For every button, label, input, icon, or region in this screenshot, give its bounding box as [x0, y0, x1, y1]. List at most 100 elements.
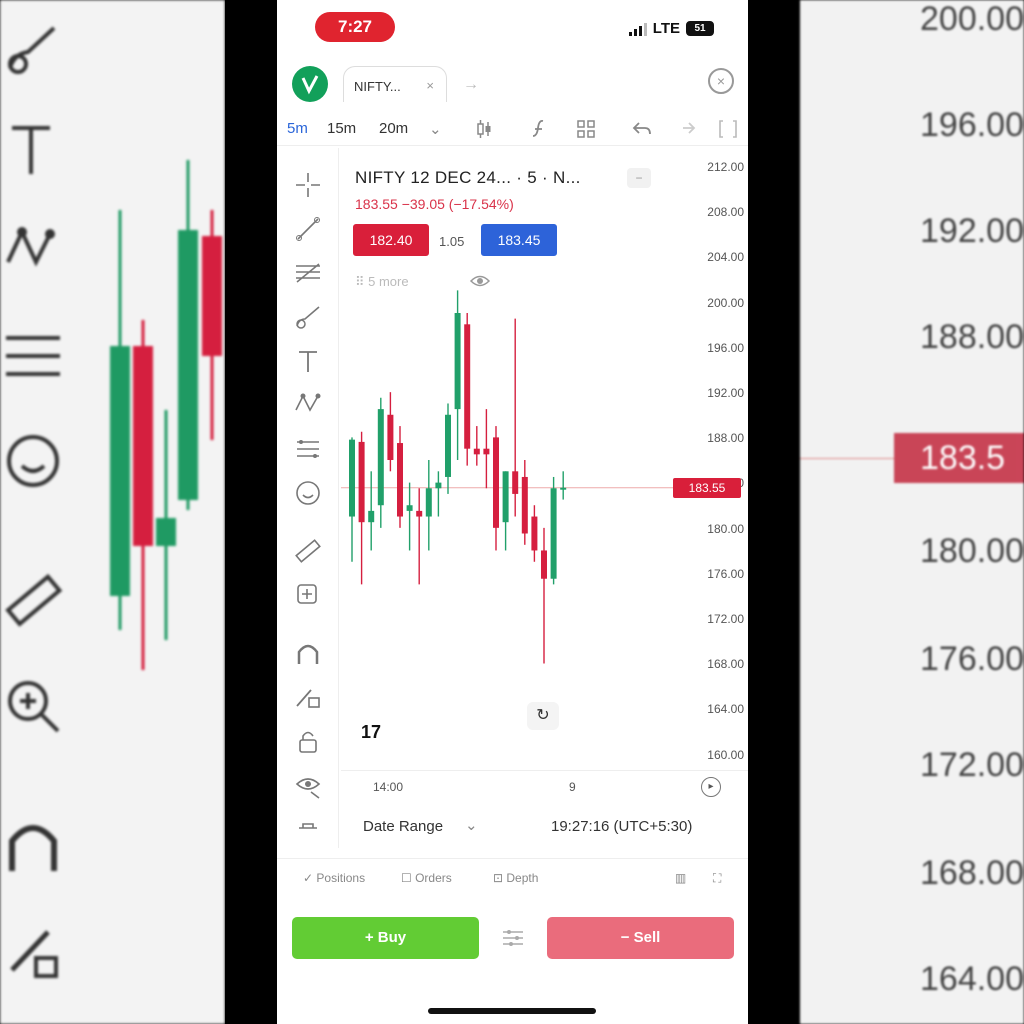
candle-body: [416, 510, 423, 517]
panel-expand-icon[interactable]: ⛶: [713, 871, 721, 886]
zoom-in-icon[interactable]: [293, 580, 323, 610]
background-right-panel: 183.5 200.00 196.00 192.00 188.00 180.00…: [800, 0, 1024, 1024]
candle-body: [445, 414, 451, 477]
lock-drawings-icon: [10, 930, 58, 978]
reset-chart-button[interactable]: ↻: [527, 702, 559, 730]
background-price-label: 172.00: [920, 746, 1024, 784]
buy-button[interactable]: + Buy: [292, 917, 479, 959]
clock-timezone[interactable]: 19:27:16 (UTC+5:30): [551, 818, 692, 835]
fullscreen-icon[interactable]: [717, 118, 739, 140]
candle-body: [387, 414, 394, 460]
candle-body: [435, 482, 442, 489]
date-range-button[interactable]: Date Range: [363, 818, 443, 835]
price-axis-label: 160.00: [707, 747, 744, 762]
chart-area[interactable]: NIFTY 12 DEC 24... · 5 · N... − 183.55 −…: [341, 148, 748, 768]
lock-icon[interactable]: [293, 726, 323, 756]
candle: [493, 426, 499, 551]
undo-icon[interactable]: [631, 118, 653, 140]
tab-nifty[interactable]: NIFTY... ×: [343, 66, 447, 102]
candle-body: [473, 448, 480, 455]
candle: [512, 318, 519, 517]
background-price-label: 188.00: [920, 318, 1024, 356]
pattern-icon[interactable]: [293, 390, 323, 420]
candle: [502, 471, 509, 551]
candle: [425, 460, 432, 551]
close-icon[interactable]: ×: [708, 68, 734, 94]
spread-value: 1.05: [439, 234, 465, 249]
candle: [521, 460, 528, 545]
candle: [454, 290, 461, 460]
time-axis[interactable]: 14:00 9 ▸: [341, 770, 748, 802]
timeframe-5m[interactable]: 5m: [287, 120, 308, 137]
candle: [483, 409, 490, 489]
candle-body: [541, 550, 547, 579]
eye-icon[interactable]: [469, 272, 491, 290]
trend-line-icon[interactable]: [293, 214, 323, 244]
legend-collapse-icon[interactable]: −: [627, 168, 651, 188]
redo-icon[interactable]: [675, 118, 697, 140]
candle-body: [406, 505, 413, 511]
tab-positions[interactable]: ✓ Positions: [303, 871, 365, 885]
timeframe-15m[interactable]: 15m: [327, 120, 356, 137]
trash-icon[interactable]: [293, 820, 323, 840]
tab-label: NIFTY...: [354, 79, 401, 94]
indicators-icon[interactable]: [529, 118, 551, 140]
background-price-label: 176.00: [920, 640, 1024, 678]
screen: 183.5 200.00 196.00 192.00 188.00 180.00…: [0, 0, 1024, 1024]
panel-layout-icon[interactable]: ▥: [675, 871, 686, 885]
phone-screen: 7:27 LTE 51 NIFTY... × → × 5m 15m 20m ⌄: [277, 0, 748, 1024]
magnet-icon[interactable]: [293, 638, 323, 668]
time-label: 14:00: [373, 780, 404, 794]
ask-price-button[interactable]: 183.45: [481, 224, 557, 256]
price-axis-label: 196.00: [707, 340, 744, 355]
indicator-more-label[interactable]: ⠿ 5 more: [355, 274, 409, 290]
bid-price-button[interactable]: 182.40: [353, 224, 429, 256]
background-shade-right: [748, 0, 800, 1024]
stay-in-drawing-icon[interactable]: [293, 682, 323, 712]
candle: [550, 476, 557, 585]
brush-icon[interactable]: [293, 302, 323, 332]
go-to-realtime-icon[interactable]: ▸: [701, 777, 721, 797]
chevron-down-icon[interactable]: ⌄: [465, 816, 478, 834]
text-tool-icon: [12, 126, 50, 174]
candle-body: [358, 441, 365, 523]
candle-body: [502, 471, 509, 523]
tab-orders[interactable]: ☐ Orders: [401, 871, 452, 885]
home-indicator[interactable]: [428, 1008, 596, 1014]
background-price-label: 192.00: [920, 212, 1024, 250]
candle-style-icon[interactable]: [473, 118, 495, 140]
tab-depth[interactable]: ⊡ Depth: [493, 871, 538, 885]
timeframe-dropdown-icon[interactable]: ⌄: [429, 120, 442, 138]
candle-body: [349, 439, 355, 517]
background-candles: [110, 160, 222, 670]
quantity-settings-icon[interactable]: [501, 928, 525, 948]
candle-body: [368, 510, 375, 523]
price-axis-label: 180.00: [707, 521, 744, 536]
candle-body: [493, 437, 499, 528]
timeframe-20m[interactable]: 20m: [379, 120, 408, 137]
price-axis-label: 200.00: [707, 295, 744, 310]
layout-icon[interactable]: [575, 118, 597, 140]
new-tab-button[interactable]: →: [451, 70, 491, 100]
symbol-title[interactable]: NIFTY 12 DEC 24... · 5 · N...: [355, 168, 581, 188]
brush-icon: [8, 26, 56, 74]
app-logo-icon[interactable]: [292, 66, 328, 102]
background-last-price-line: [800, 458, 894, 459]
text-tool-icon[interactable]: [293, 346, 323, 376]
projection-icon[interactable]: [293, 434, 323, 464]
price-axis-label: 208.00: [707, 205, 744, 220]
background-shade-left: [225, 0, 277, 1024]
tabs-row: NIFTY... × → ×: [277, 60, 748, 108]
symbol-change: 183.55 −39.05 (−17.54%): [355, 196, 514, 212]
candle: [416, 488, 423, 585]
hide-drawings-icon[interactable]: [293, 770, 323, 800]
tab-close-icon[interactable]: ×: [426, 78, 434, 93]
emoji-icon[interactable]: [293, 478, 323, 508]
ruler-icon[interactable]: [293, 536, 323, 566]
sell-button[interactable]: − Sell: [547, 917, 734, 959]
date-range-row: Date Range ⌄ 19:27:16 (UTC+5:30): [341, 808, 748, 846]
candle-body: [425, 488, 432, 517]
fib-retracement-icon[interactable]: [293, 258, 323, 288]
zoom-in-icon: [8, 681, 60, 733]
crosshair-icon[interactable]: [293, 170, 323, 200]
